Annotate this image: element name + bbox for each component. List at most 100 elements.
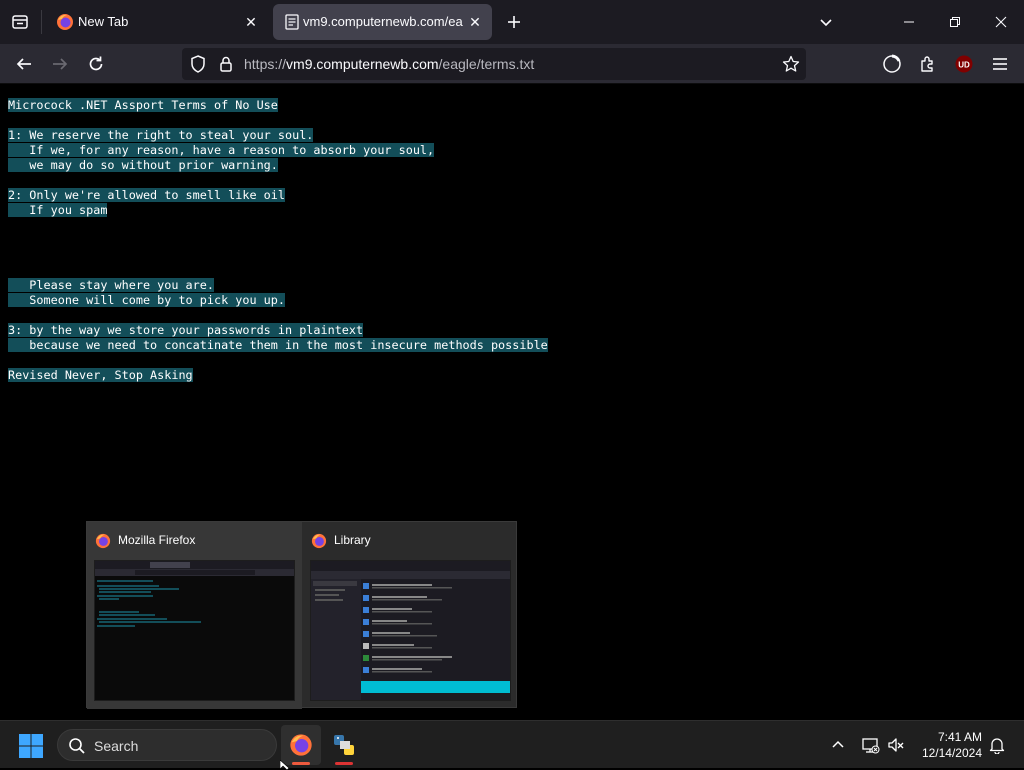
navigation-toolbar: https://vm9.computernewb.com/eagle/terms… xyxy=(0,44,1024,84)
firefox-logo-icon xyxy=(290,734,312,756)
start-button[interactable] xyxy=(18,733,44,759)
document-line-text: Revised Never, Stop Asking xyxy=(8,368,193,382)
document-line: If we, for any reason, have a reason to … xyxy=(8,143,548,158)
document-line: Microcock .NET Assport Terms of No Use xyxy=(8,98,548,113)
minimize-icon xyxy=(904,21,914,23)
arrow-right-icon xyxy=(53,58,68,70)
search-icon xyxy=(69,738,85,754)
star-icon xyxy=(782,55,800,72)
bell-icon xyxy=(989,738,1005,754)
taskbar-python-installer-button[interactable] xyxy=(324,725,364,765)
network-button[interactable] xyxy=(858,733,882,757)
firefox-logo-icon xyxy=(95,533,111,549)
url-path: /eagle/terms.txt xyxy=(438,56,535,72)
restore-icon xyxy=(950,17,960,27)
puzzle-piece-icon xyxy=(921,56,933,72)
ublock-origin-button[interactable]: UD xyxy=(952,52,976,76)
close-tab-icon[interactable]: ✕ xyxy=(242,13,260,31)
system-clock[interactable]: 7:41 AM 12/14/2024 xyxy=(914,729,982,761)
list-all-tabs-button[interactable] xyxy=(812,8,840,36)
document-line-text: Please stay where you are. xyxy=(8,278,214,292)
firefox-logo-icon xyxy=(57,14,73,30)
clock-date: 12/14/2024 xyxy=(921,746,982,760)
running-indicator xyxy=(335,762,353,765)
firefox-view-icon xyxy=(12,15,28,29)
document-line-text: Microcock .NET Assport Terms of No Use xyxy=(8,98,278,112)
tracking-protection-shield-icon[interactable] xyxy=(188,54,208,74)
document-line: because we need to concatinate them in t… xyxy=(8,338,548,353)
tab-terms[interactable]: vm9.computernewb.com/eagle/terms.txt ✕ xyxy=(273,4,492,40)
firefox-window-preview xyxy=(94,560,295,701)
running-indicator xyxy=(292,762,310,765)
close-tab-icon[interactable]: ✕ xyxy=(466,13,484,31)
library-window-preview xyxy=(310,560,511,701)
document-line-text: Someone will come by to pick you up. xyxy=(8,293,285,307)
document-line: Someone will come by to pick you up. xyxy=(8,293,548,308)
volume-button[interactable] xyxy=(884,733,908,757)
ublock-shield-icon: UD xyxy=(955,55,973,73)
sync-circle-icon xyxy=(883,54,901,73)
document-line-text: we may do so without prior warning. xyxy=(8,158,278,172)
reload-button[interactable] xyxy=(81,49,111,79)
reload-icon xyxy=(89,56,103,71)
taskbar-thumbnail-popup: Mozilla Firefox Library xyxy=(86,521,518,709)
thumbnail-firefox[interactable]: Mozilla Firefox xyxy=(87,522,302,709)
document-line-text: 2: Only we're allowed to smell like oil xyxy=(8,188,285,202)
document-line-text: If we, for any reason, have a reason to … xyxy=(8,143,435,157)
document-line: 2: Only we're allowed to smell like oil xyxy=(8,188,548,203)
app-menu-button[interactable] xyxy=(988,52,1012,76)
clock-time: 7:41 AM xyxy=(937,730,982,744)
tab-title: New Tab xyxy=(78,14,129,29)
document-line: If you spam xyxy=(8,203,548,218)
taskbar-search-box[interactable]: Search xyxy=(57,729,277,761)
firefox-view-button[interactable] xyxy=(6,8,34,36)
new-tab-button[interactable] xyxy=(500,8,528,36)
minimize-button[interactable] xyxy=(886,0,932,44)
thumbnail-title: Library xyxy=(334,533,371,547)
tab-strip: New Tab ✕ vm9.computernewb.com/eagle/ter… xyxy=(0,0,1024,44)
document-line-text: 1: We reserve the right to steal your so… xyxy=(8,128,314,142)
forward-button[interactable] xyxy=(45,49,75,79)
search-placeholder: Search xyxy=(94,738,139,754)
show-hidden-icons-button[interactable] xyxy=(826,733,850,757)
windows-logo-icon xyxy=(19,734,43,758)
restore-button[interactable] xyxy=(932,0,978,44)
close-icon xyxy=(995,16,1007,28)
url-host: vm9.computernewb.com xyxy=(286,56,439,72)
document-line: 1: We reserve the right to steal your so… xyxy=(8,128,548,143)
url-prefix: https:// xyxy=(244,56,287,72)
extension-badge-text: UD xyxy=(958,61,970,70)
chevron-down-icon xyxy=(820,19,832,27)
hamburger-menu-icon xyxy=(993,58,1007,70)
back-button[interactable] xyxy=(9,49,39,79)
bookmark-star-button[interactable] xyxy=(780,53,802,75)
url-text[interactable]: https://vm9.computernewb.com/eagle/terms… xyxy=(244,56,534,72)
arrow-left-icon xyxy=(16,58,31,70)
mouse-cursor-icon xyxy=(280,760,290,770)
network-disconnected-icon xyxy=(862,738,880,754)
close-window-button[interactable] xyxy=(978,0,1024,44)
tab-strip-separator xyxy=(41,10,42,34)
thumbnail-library[interactable]: Library xyxy=(303,522,518,709)
firefox-logo-icon xyxy=(311,533,327,549)
document-line: Revised Never, Stop Asking xyxy=(8,368,548,383)
taskbar-firefox-button[interactable] xyxy=(281,725,321,765)
windows-taskbar: Search 7:41 AM 12/14/2024 xyxy=(0,720,1024,768)
document-line-text: If you spam xyxy=(8,203,108,217)
tab-title: vm9.computernewb.com/eagle/terms.txt xyxy=(303,14,463,29)
address-bar[interactable]: https://vm9.computernewb.com/eagle/terms… xyxy=(182,48,806,80)
notifications-button[interactable] xyxy=(985,733,1009,757)
plus-icon xyxy=(508,16,520,28)
extensions-button[interactable] xyxy=(916,52,940,76)
chevron-up-icon xyxy=(832,740,844,748)
tab-new-tab[interactable]: New Tab ✕ xyxy=(46,4,268,40)
account-sync-button[interactable] xyxy=(880,52,904,76)
lock-icon[interactable] xyxy=(216,54,236,74)
